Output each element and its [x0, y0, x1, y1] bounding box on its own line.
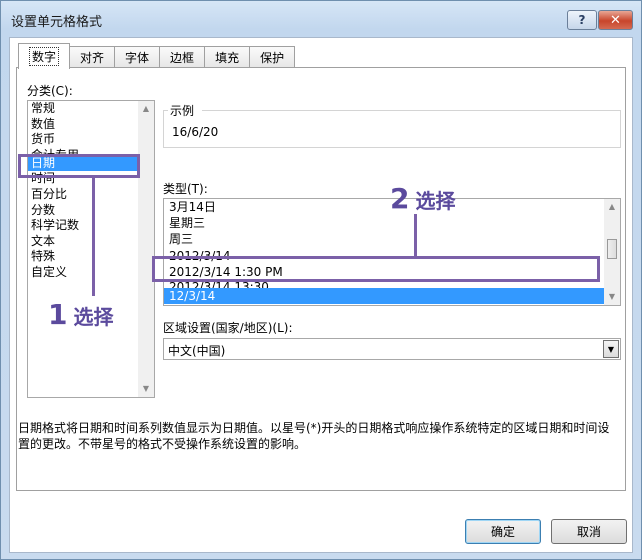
locale-value: 中文(中国) — [168, 344, 226, 358]
annotation-step-2-text: 选择 — [415, 189, 456, 213]
tab-number-label: 数字 — [29, 47, 60, 66]
category-item-percentage[interactable]: 百分比 — [28, 187, 154, 203]
annotation-step-2-number: 2 — [390, 182, 410, 215]
annotation-box-type — [152, 256, 600, 282]
tab-alignment[interactable]: 对齐 — [69, 46, 116, 68]
tab-protection-label: 保护 — [260, 51, 285, 65]
locale-select[interactable]: 中文(中国) ▼ — [163, 338, 621, 360]
type-item-selected[interactable]: 12/3/14 — [164, 287, 620, 305]
tab-border-label: 边框 — [170, 51, 195, 65]
annotation-step-1-text: 选择 — [73, 305, 114, 329]
scroll-up-arrow-icon[interactable]: ▲ — [138, 101, 154, 117]
category-item-general[interactable]: 常规 — [28, 101, 154, 117]
annotation-box-category — [18, 154, 140, 178]
annotation-step-2: 2 选择 — [390, 182, 455, 215]
sample-group: 示例 16/6/20 — [163, 104, 621, 148]
scroll-up-arrow-icon[interactable]: ▲ — [604, 199, 620, 215]
type-item[interactable]: 周三 — [164, 231, 620, 247]
locale-label: 区域设置(国家/地区)(L): — [163, 321, 293, 335]
type-label: 类型(T): — [163, 182, 208, 196]
dialog-title: 设置单元格格式 — [11, 15, 103, 30]
category-item-scientific[interactable]: 科学记数 — [28, 218, 154, 234]
category-scrollbar[interactable]: ▲ ▼ — [138, 101, 154, 397]
dialog-body: 数字 对齐 字体 边框 填充 保护 分类(C): 常规 数值 货币 会计专用 日… — [9, 37, 633, 553]
sample-value: 16/6/20 — [172, 125, 219, 139]
annotation-step-1: 1 选择 — [48, 298, 113, 331]
scroll-thumb[interactable] — [607, 239, 617, 259]
tab-fill[interactable]: 填充 — [204, 46, 251, 68]
title-bar[interactable]: 设置单元格格式 ? ✕ — [1, 1, 641, 37]
tab-border[interactable]: 边框 — [159, 46, 206, 68]
tab-protection[interactable]: 保护 — [249, 46, 296, 68]
tab-fill-label: 填充 — [215, 51, 240, 65]
category-item-custom[interactable]: 自定义 — [28, 265, 154, 281]
help-button[interactable]: ? — [567, 10, 597, 30]
category-item-fraction[interactable]: 分数 — [28, 203, 154, 219]
category-list[interactable]: 常规 数值 货币 会计专用 日期 时间 百分比 分数 科学记数 文本 特殊 自定… — [27, 100, 155, 398]
sample-label: 示例 — [170, 104, 195, 118]
scroll-down-arrow-icon[interactable]: ▼ — [604, 289, 620, 305]
type-item[interactable]: 星期三 — [164, 215, 620, 231]
annotation-line-2 — [414, 214, 417, 256]
category-item-special[interactable]: 特殊 — [28, 249, 154, 265]
tab-number[interactable]: 数字 — [18, 43, 71, 69]
tab-alignment-label: 对齐 — [80, 51, 105, 65]
close-icon: ✕ — [610, 12, 621, 28]
annotation-line-1 — [92, 178, 95, 296]
format-description: 日期格式将日期和时间系列数值显示为日期值。以星号(*)开头的日期格式响应操作系统… — [18, 421, 610, 451]
category-label: 分类(C): — [27, 84, 73, 98]
type-scrollbar[interactable]: ▲ ▼ — [604, 199, 620, 305]
category-item-currency[interactable]: 货币 — [28, 132, 154, 148]
tab-strip: 数字 对齐 字体 边框 填充 保护 — [18, 43, 296, 69]
cancel-button[interactable]: 取消 — [551, 519, 627, 544]
close-button[interactable]: ✕ — [598, 10, 633, 30]
chevron-down-icon[interactable]: ▼ — [603, 340, 619, 358]
annotation-step-1-number: 1 — [48, 298, 68, 331]
tab-font[interactable]: 字体 — [114, 46, 161, 68]
help-icon: ? — [578, 13, 586, 27]
category-item-number[interactable]: 数值 — [28, 117, 154, 133]
category-item-text[interactable]: 文本 — [28, 234, 154, 250]
ok-button[interactable]: 确定 — [465, 519, 541, 544]
tab-font-label: 字体 — [125, 51, 150, 65]
scroll-down-arrow-icon[interactable]: ▼ — [138, 381, 154, 397]
